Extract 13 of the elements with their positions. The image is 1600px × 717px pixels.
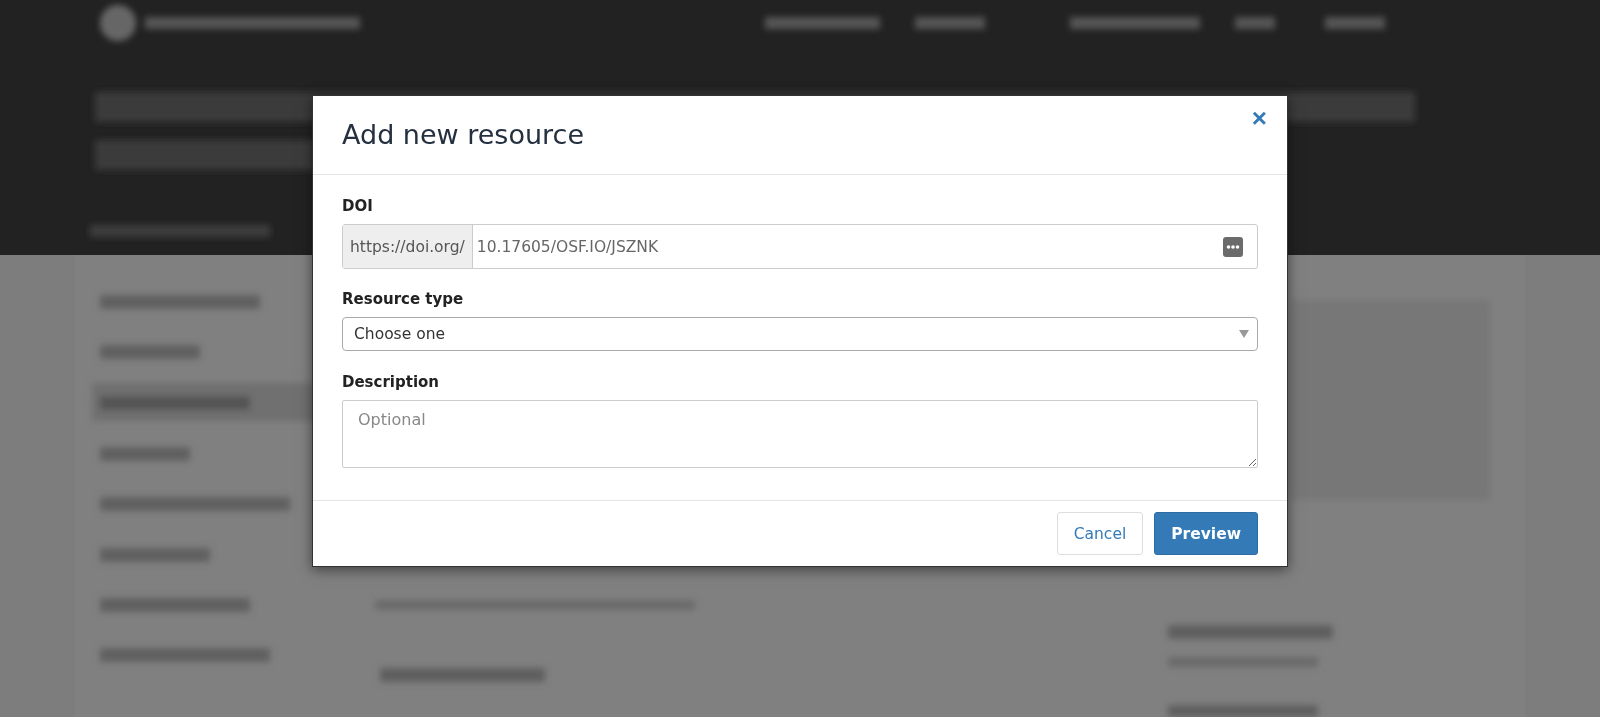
doi-field[interactable]: https://doi.org/ 10.17605/OSF.IO/JSZNK xyxy=(342,224,1258,269)
resource-type-dropdown[interactable]: Choose one xyxy=(342,317,1258,351)
caret-icon xyxy=(1239,330,1249,338)
doi-prefix: https://doi.org/ xyxy=(343,225,473,268)
cancel-button[interactable]: Cancel xyxy=(1056,512,1144,555)
field-label: Description xyxy=(342,373,441,391)
field-label: DOI xyxy=(342,197,374,215)
dialog-title: Add new resource xyxy=(342,118,586,152)
description-field[interactable]: Optional xyxy=(342,400,1258,468)
preview-button[interactable]: Preview xyxy=(1154,512,1258,555)
more-icon[interactable] xyxy=(1223,236,1243,257)
field-label: Resource type xyxy=(342,290,465,308)
close-button[interactable]: × xyxy=(1247,104,1271,132)
